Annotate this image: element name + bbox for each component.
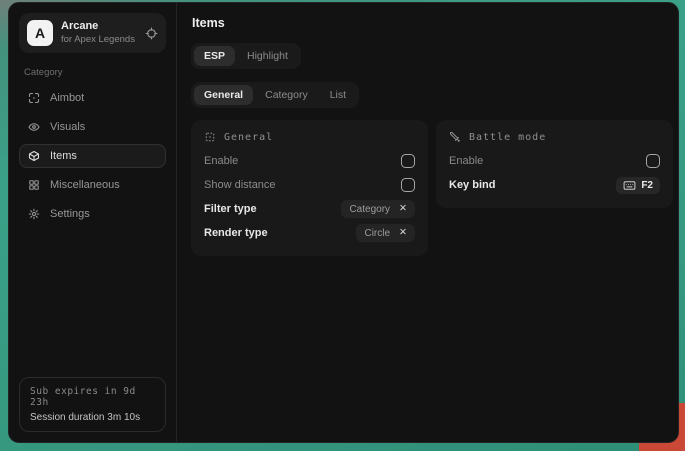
setting-row-key-bind: Key bind F2 <box>449 173 660 197</box>
sidebar-item-label: Aimbot <box>50 92 84 104</box>
view-tab-general[interactable]: General <box>194 85 253 105</box>
view-tab-category[interactable]: Category <box>255 85 318 105</box>
sidebar-item-settings[interactable]: Settings <box>19 202 166 226</box>
filter-type-select[interactable]: Category ✕ <box>341 200 415 218</box>
sidebar-item-label: Visuals <box>50 121 85 133</box>
main-content: Items ESP Highlight General Category Lis… <box>177 3 679 442</box>
panel-battle-mode: Battle mode Enable Key bind <box>436 120 673 208</box>
category-section-label: Category <box>24 67 161 78</box>
view-tab-list[interactable]: List <box>320 85 356 105</box>
target-icon[interactable] <box>145 27 158 40</box>
setting-label: Show distance <box>204 179 276 191</box>
show-distance-checkbox[interactable] <box>401 178 415 192</box>
eye-icon <box>28 121 40 133</box>
keyboard-icon <box>623 180 636 191</box>
setting-label: Key bind <box>449 179 495 191</box>
app-subtitle: for Apex Legends <box>61 34 137 46</box>
setting-row-render-type: Render type Circle ✕ <box>204 221 415 245</box>
setting-label: Filter type <box>204 203 257 215</box>
view-tab-group: General Category List <box>191 82 359 108</box>
page-title: Items <box>192 16 673 30</box>
battle-enable-checkbox[interactable] <box>646 154 660 168</box>
box-icon <box>28 150 40 162</box>
sidebar-item-aimbot[interactable]: Aimbot <box>19 86 166 110</box>
enable-checkbox[interactable] <box>401 154 415 168</box>
setting-row-battle-enable: Enable <box>449 149 660 173</box>
setting-row-filter-type: Filter type Category ✕ <box>204 197 415 221</box>
setting-label: Enable <box>204 155 238 167</box>
clear-icon[interactable]: ✕ <box>399 204 407 214</box>
app-titles: Arcane for Apex Legends <box>61 20 137 46</box>
sidebar-item-visuals[interactable]: Visuals <box>19 115 166 139</box>
sidebar-item-label: Items <box>50 150 77 162</box>
crosshair-icon <box>28 92 40 104</box>
sidebar: A Arcane for Apex Legends Category <box>9 3 177 442</box>
render-type-value: Circle <box>364 228 390 239</box>
sidebar-item-label: Miscellaneous <box>50 179 120 191</box>
app-logo: A <box>27 20 53 46</box>
mode-tab-group: ESP Highlight <box>191 43 301 69</box>
mode-tab-highlight[interactable]: Highlight <box>237 46 298 66</box>
mode-tab-esp[interactable]: ESP <box>194 46 235 66</box>
app-title: Arcane <box>61 20 137 34</box>
sword-icon <box>449 131 461 143</box>
sidebar-item-label: Settings <box>50 208 90 220</box>
sidebar-item-miscellaneous[interactable]: Miscellaneous <box>19 173 166 197</box>
grid-icon <box>28 179 40 191</box>
panels-container: General Enable Show distance Filter type… <box>191 120 673 256</box>
panel-title: Battle mode <box>469 132 546 143</box>
sidebar-item-items[interactable]: Items <box>19 144 166 168</box>
setting-label: Render type <box>204 227 268 239</box>
render-type-select[interactable]: Circle ✕ <box>356 224 415 242</box>
panel-general-header: General <box>204 131 415 143</box>
keybind-button[interactable]: F2 <box>616 177 660 194</box>
subscription-status-card: Sub expires in 9d 23h Session duration 3… <box>19 377 166 432</box>
keybind-value: F2 <box>641 180 653 191</box>
sidebar-nav: Aimbot Visuals Items <box>19 86 166 226</box>
clear-icon[interactable]: ✕ <box>399 228 407 238</box>
panel-general: General Enable Show distance Filter type… <box>191 120 428 256</box>
session-duration-text: Session duration 3m 10s <box>30 412 155 423</box>
setting-label: Enable <box>449 155 483 167</box>
filter-type-value: Category <box>349 204 390 215</box>
app-header-card: A Arcane for Apex Legends <box>19 13 166 53</box>
setting-row-show-distance: Show distance <box>204 173 415 197</box>
sub-expiry-text: Sub expires in 9d 23h <box>30 386 155 408</box>
arcane-window: A Arcane for Apex Legends Category <box>8 2 679 443</box>
gear-icon <box>28 208 40 220</box>
panel-title: General <box>224 132 273 143</box>
scan-icon <box>204 131 216 143</box>
panel-battle-mode-header: Battle mode <box>449 131 660 143</box>
setting-row-enable: Enable <box>204 149 415 173</box>
